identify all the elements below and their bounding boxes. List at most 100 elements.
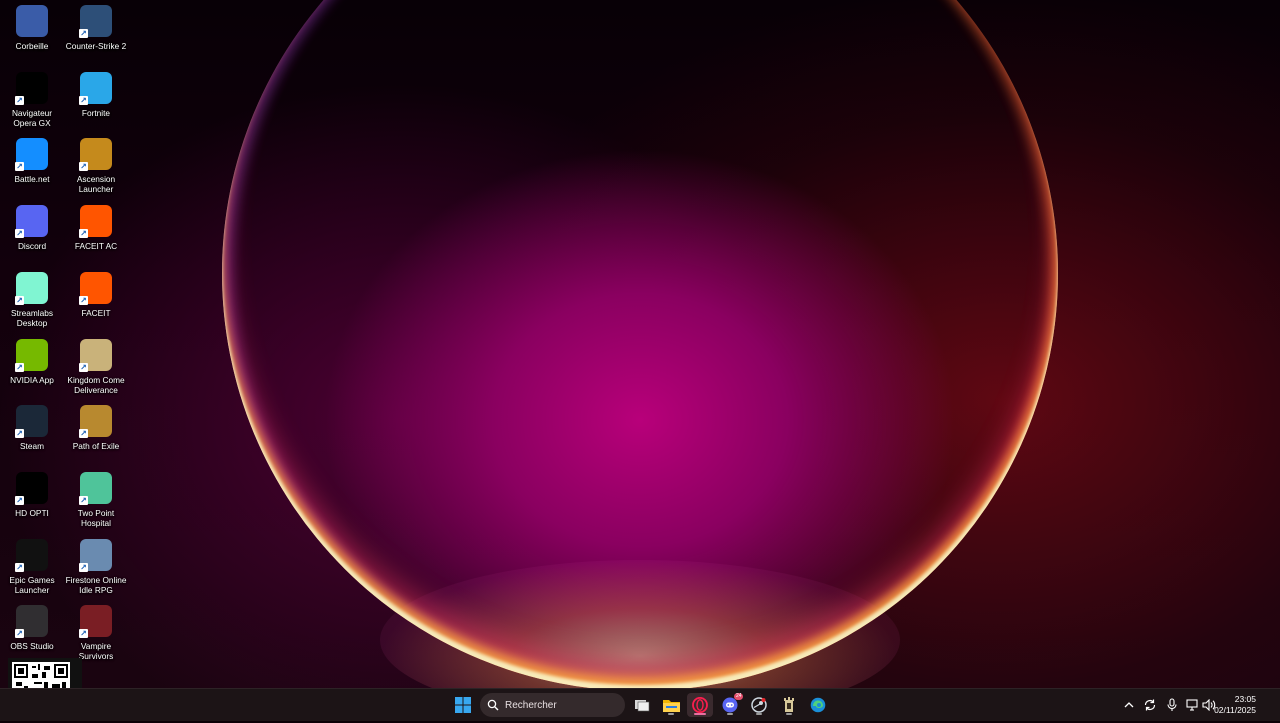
nvidia-icon: ↗ xyxy=(15,339,48,372)
shortcut-arrow-icon: ↗ xyxy=(15,229,24,238)
shortcut-arrow-icon: ↗ xyxy=(79,429,88,438)
desktop-icon-label: HD OPTI xyxy=(15,508,49,518)
network-button[interactable] xyxy=(1185,697,1201,713)
chevron-up-icon xyxy=(1124,702,1134,708)
desktop-icon-fortnite[interactable]: ↗ Fortnite xyxy=(64,67,128,118)
start-button[interactable] xyxy=(450,693,476,717)
shortcut-arrow-icon: ↗ xyxy=(15,363,24,372)
desktop-icon-streamlabs[interactable]: ↗ Streamlabs Desktop xyxy=(0,267,64,328)
windows-logo-icon xyxy=(455,697,471,713)
desktop-icon-label: Fortnite xyxy=(81,108,111,118)
shortcut-arrow-icon: ↗ xyxy=(15,563,24,572)
desktop-icon-firestone[interactable]: ↗ Firestone Online Idle RPG xyxy=(64,534,128,595)
desktop-icon-counter-strike[interactable]: ↗ Counter-Strike 2 xyxy=(64,0,128,51)
folder-icon xyxy=(662,700,680,712)
file-explorer-button[interactable] xyxy=(658,693,684,717)
steam-icon xyxy=(751,697,767,713)
edge-button[interactable] xyxy=(805,693,831,717)
desktop-icon-label: Battle.net xyxy=(14,174,50,184)
shortcut-arrow-icon: ↗ xyxy=(79,563,88,572)
clock-date: 02/11/2025 xyxy=(1214,705,1256,715)
shortcut-arrow-icon: ↗ xyxy=(79,96,88,105)
shortcut-arrow-icon: ↗ xyxy=(79,363,88,372)
desktop-icon-label: Counter-Strike 2 xyxy=(65,41,127,51)
desktop-icon-nvidia[interactable]: ↗ NVIDIA App xyxy=(0,334,64,385)
desktop-icon-label: Epic Games Launcher xyxy=(9,575,55,595)
steam-icon: ↗ xyxy=(15,405,48,438)
shortcut-arrow-icon: ↗ xyxy=(15,496,24,505)
search-box[interactable]: Rechercher xyxy=(480,693,625,717)
opera-gx-icon xyxy=(692,697,708,713)
shortcut-arrow-icon: ↗ xyxy=(79,296,88,305)
show-hidden-icons-button[interactable] xyxy=(1121,697,1137,713)
shortcut-arrow-icon: ↗ xyxy=(15,429,24,438)
shortcut-arrow-icon: ↗ xyxy=(79,29,88,38)
desktop-icon-recycle-bin[interactable]: Corbeille xyxy=(0,0,64,51)
search-placeholder: Rechercher xyxy=(505,699,557,711)
edge-icon xyxy=(810,697,826,713)
desktop-icon-ascension[interactable]: ↗ Ascension Launcher xyxy=(64,133,128,194)
discord-badge: 24 xyxy=(734,693,743,700)
running-indicator xyxy=(727,713,733,715)
opera-gx-icon: ↗ xyxy=(15,72,48,105)
hd-opti-icon: ↗ xyxy=(15,472,48,505)
counter-strike-icon: ↗ xyxy=(79,5,112,38)
obs-icon: ↗ xyxy=(15,605,48,638)
desktop-icon-battlenet[interactable]: ↗ Battle.net xyxy=(0,133,64,184)
faceit-icon: ↗ xyxy=(79,272,112,305)
desktop-icon-label: FACEIT xyxy=(81,308,111,318)
desktop-icon-label: Streamlabs Desktop xyxy=(11,308,53,328)
clock-time: 23:05 xyxy=(1234,694,1256,704)
desktop-icon-label: Navigateur Opera GX xyxy=(11,108,53,128)
desktop-icon-steam[interactable]: ↗ Steam xyxy=(0,400,64,451)
shortcut-arrow-icon: ↗ xyxy=(79,229,88,238)
desktop-icon-epic-games[interactable]: ↗ Epic Games Launcher xyxy=(0,534,64,595)
microphone-button[interactable] xyxy=(1164,697,1180,713)
shortcut-arrow-icon: ↗ xyxy=(15,629,24,638)
desktop-icon-label: Discord xyxy=(17,241,47,251)
network-icon xyxy=(1186,699,1198,711)
active-indicator xyxy=(694,713,706,715)
fortnite-icon: ↗ xyxy=(79,72,112,105)
desktop-icon-path-of-exile[interactable]: ↗ Path of Exile xyxy=(64,400,128,451)
desktop-icon-hd-opti[interactable]: ↗ HD OPTI xyxy=(0,467,64,518)
kingdom-come-icon: ↗ xyxy=(79,339,112,372)
search-icon xyxy=(487,699,499,711)
shortcut-arrow-icon: ↗ xyxy=(15,296,24,305)
desktop-icon-label: Kingdom Come Deliverance xyxy=(67,375,125,395)
shortcut-arrow-icon: ↗ xyxy=(79,629,88,638)
desktop-icon-opera-gx[interactable]: ↗ Navigateur Opera GX xyxy=(0,67,64,128)
streamlabs-icon: ↗ xyxy=(15,272,48,305)
desktop-icon-label: FACEIT AC xyxy=(74,241,118,251)
desktop-icon-faceit[interactable]: ↗ FACEIT xyxy=(64,267,128,318)
kingdom-come-icon xyxy=(784,697,794,712)
sync-icon xyxy=(1144,699,1156,711)
taskbar: Rechercher 24 23:05 02/11/2025 xyxy=(0,688,1280,721)
shortcut-arrow-icon: ↗ xyxy=(15,162,24,171)
shortcut-arrow-icon: ↗ xyxy=(15,96,24,105)
desktop-icon-kingdom-come[interactable]: ↗ Kingdom Come Deliverance xyxy=(64,334,128,395)
desktop-icon-vampire-survivors[interactable]: ↗ Vampire Survivors xyxy=(64,600,128,661)
vampire-survivors-icon: ↗ xyxy=(79,605,112,638)
discord-button[interactable]: 24 xyxy=(717,693,743,717)
opera-gx-button[interactable] xyxy=(687,693,713,717)
desktop-icon-label: Steam xyxy=(20,441,44,451)
system-clock[interactable]: 23:05 02/11/2025 xyxy=(1214,694,1256,716)
discord-icon: ↗ xyxy=(15,205,48,238)
two-point-hospital-icon: ↗ xyxy=(79,472,112,505)
epic-games-icon: ↗ xyxy=(15,539,48,572)
battlenet-icon: ↗ xyxy=(15,138,48,171)
desktop-icon-faceit-ac[interactable]: ↗ FACEIT AC xyxy=(64,200,128,251)
task-view-button[interactable] xyxy=(629,693,655,717)
kingdom-come-button[interactable] xyxy=(776,693,802,717)
wallpaper-ring xyxy=(222,0,1058,688)
desktop-icon-two-point-hospital[interactable]: ↗ Two Point Hospital xyxy=(64,467,128,528)
desktop-icon-label: OBS Studio xyxy=(10,641,54,651)
desktop-icon-obs[interactable]: ↗ OBS Studio xyxy=(0,600,64,651)
steam-button[interactable] xyxy=(746,693,772,717)
desktop-icon-discord[interactable]: ↗ Discord xyxy=(0,200,64,251)
desktop-wallpaper xyxy=(0,0,1280,688)
desktop-icon-label: Ascension Launcher xyxy=(76,174,116,194)
tray-sync-button[interactable] xyxy=(1142,697,1158,713)
running-indicator xyxy=(756,713,762,715)
